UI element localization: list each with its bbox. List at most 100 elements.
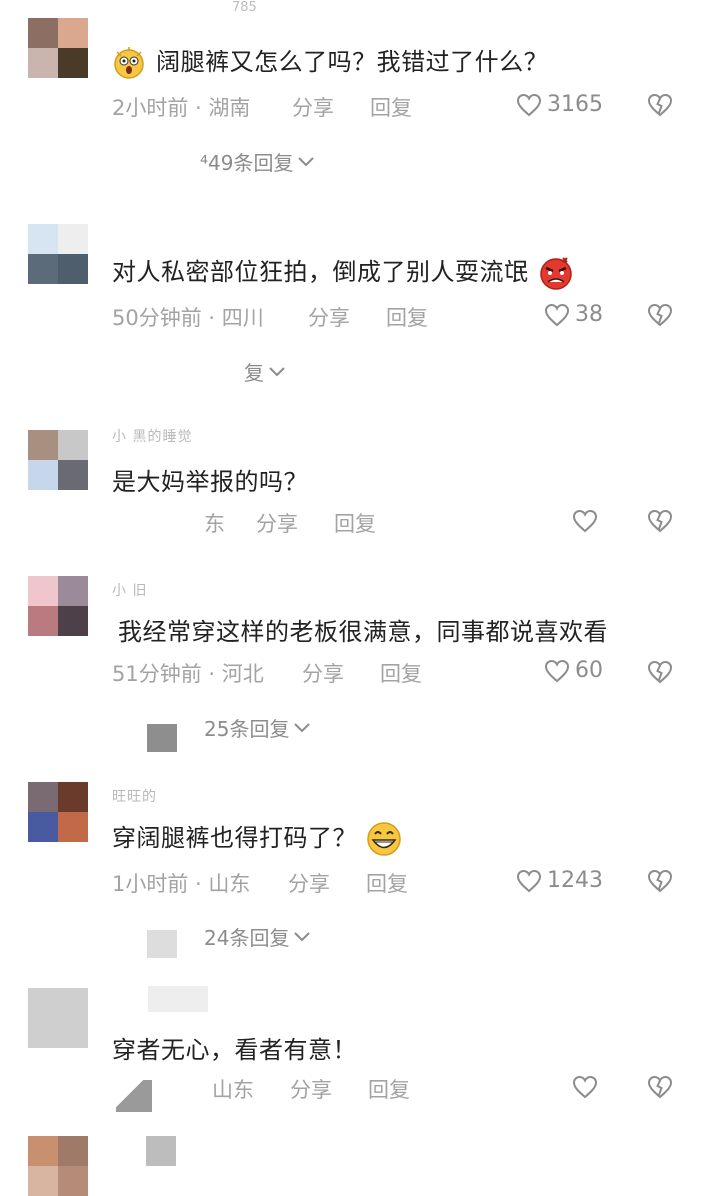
username[interactable]: 旺旺的	[112, 786, 157, 806]
broken-heart-icon	[647, 660, 673, 684]
avatar-cell	[28, 224, 58, 254]
username[interactable]: 小 旧	[112, 580, 147, 600]
avatar-cell	[28, 18, 58, 48]
dislike-button[interactable]	[647, 660, 673, 684]
avatar-cell	[58, 18, 88, 48]
expand-replies-button[interactable]: 复	[244, 357, 286, 386]
avatar-cell	[58, 576, 88, 606]
dislike-button[interactable]	[647, 509, 673, 533]
avatar-cell	[28, 782, 58, 812]
comment-meta: 2小时前 · 湖南 分享 回复	[112, 92, 412, 122]
top-fragment: 785	[232, 0, 257, 15]
comment-text: 我经常穿这样的老板很满意，同事都说喜欢看	[118, 618, 608, 646]
reply-button[interactable]: 回复	[370, 92, 412, 122]
broken-heart-icon	[647, 93, 673, 117]
like-button[interactable]	[572, 1075, 603, 1099]
avatar-cell	[58, 224, 88, 254]
like-button[interactable]: 38	[544, 302, 603, 327]
time-location: 东	[204, 512, 225, 536]
avatar-cell	[58, 48, 88, 78]
reply-button[interactable]: 回复	[368, 1074, 410, 1104]
broken-heart-icon	[647, 869, 673, 893]
like-button[interactable]: 3165	[516, 92, 603, 117]
replies-label: 24条回复	[204, 926, 290, 950]
avatar[interactable]	[28, 1136, 88, 1196]
comment-text-row: 穿阔腿裤也得打码了？	[112, 818, 403, 857]
comment-text: 穿者无心，看者有意！	[112, 1036, 357, 1064]
dislike-button[interactable]	[647, 869, 673, 893]
comment-text-row: 我经常穿这样的老板很满意，同事都说喜欢看	[118, 612, 608, 647]
dislike-button[interactable]	[647, 93, 673, 117]
heart-outline-icon	[544, 303, 570, 326]
angry-face-icon	[539, 257, 572, 290]
share-button[interactable]: 分享	[256, 508, 298, 538]
avatar[interactable]	[28, 430, 88, 490]
like-button[interactable]: 60	[544, 658, 603, 683]
avatar-cell	[58, 606, 88, 636]
avatar[interactable]	[28, 782, 88, 842]
grinning-face-icon	[367, 822, 401, 856]
like-count: 1243	[547, 868, 603, 893]
comment-meta: 50分钟前 · 四川 分享 回复	[112, 302, 428, 332]
share-button[interactable]: 分享	[302, 658, 344, 688]
dislike-button[interactable]	[647, 303, 673, 327]
comment-meta: 51分钟前 · 河北 分享 回复	[112, 658, 422, 688]
replies-label: 25条回复	[204, 717, 290, 741]
share-button[interactable]: 分享	[290, 1074, 332, 1104]
reply-button[interactable]: 回复	[380, 658, 422, 688]
avatar-cell	[58, 1018, 88, 1048]
username[interactable]: 小 黑的睡觉	[112, 426, 192, 446]
share-button[interactable]: 分享	[288, 868, 330, 898]
avatar[interactable]	[28, 576, 88, 636]
avatar-cell	[28, 812, 58, 842]
mosaic-block	[147, 930, 177, 958]
avatar-cell	[28, 48, 58, 78]
like-button[interactable]: 1243	[516, 868, 603, 893]
avatar-cell	[58, 1166, 88, 1196]
chevron-down-icon	[269, 366, 285, 376]
time-location: 50分钟前 · 四川	[112, 306, 264, 330]
share-button[interactable]: 分享	[292, 92, 334, 122]
expand-replies-button[interactable]: 25条回复	[204, 713, 311, 742]
chevron-down-icon	[294, 722, 311, 732]
time-location: 山东	[212, 1078, 254, 1102]
comment-meta: 东 分享 回复	[112, 508, 376, 538]
avatar-cell	[58, 812, 88, 842]
heart-outline-icon	[516, 869, 542, 892]
comment-text-row: 阔腿裤又怎么了吗？我错过了什么？	[112, 42, 548, 80]
avatar-cell	[58, 254, 88, 284]
avatar-cell	[28, 1166, 58, 1196]
comment-meta: 1小时前 · 山东 分享 回复	[112, 868, 408, 898]
expand-replies-button[interactable]: 24条回复	[204, 922, 311, 951]
like-button[interactable]	[572, 509, 603, 533]
mosaic-block	[146, 1136, 176, 1166]
time-location: 2小时前 · 湖南	[112, 96, 251, 120]
reply-button[interactable]: 回复	[366, 868, 408, 898]
broken-heart-icon	[647, 1075, 673, 1099]
heart-outline-icon	[572, 509, 598, 533]
comment-text: 对人私密部位狂拍，倒成了别人耍流氓	[112, 258, 529, 286]
avatar-cell	[28, 460, 58, 490]
avatar-cell	[28, 254, 58, 284]
avatar[interactable]	[28, 224, 88, 284]
comment-text-row: 穿者无心，看者有意！	[112, 1030, 357, 1065]
comment-text-row: 对人私密部位狂拍，倒成了别人耍流氓	[112, 252, 575, 290]
time-location: 51分钟前 · 河北	[112, 662, 264, 686]
avatar[interactable]	[28, 988, 88, 1048]
expand-replies-button[interactable]: ⁴49条回复	[200, 147, 315, 176]
avatar-cell	[58, 782, 88, 812]
avatar[interactable]	[28, 18, 88, 78]
reply-button[interactable]: 回复	[386, 302, 428, 332]
avatar-cell	[28, 1018, 58, 1048]
reply-button[interactable]: 回复	[334, 508, 376, 538]
avatar-cell	[28, 606, 58, 636]
comment-text: 阔腿裤又怎么了吗？我错过了什么？	[156, 48, 549, 76]
broken-heart-icon	[647, 303, 673, 327]
avatar-cell	[28, 988, 58, 1018]
heart-outline-icon	[572, 1075, 598, 1099]
mosaic-block	[148, 986, 208, 1012]
replies-label: ⁴49条回复	[200, 151, 294, 175]
heart-outline-icon	[516, 93, 542, 116]
share-button[interactable]: 分享	[308, 302, 350, 332]
dislike-button[interactable]	[647, 1075, 673, 1099]
